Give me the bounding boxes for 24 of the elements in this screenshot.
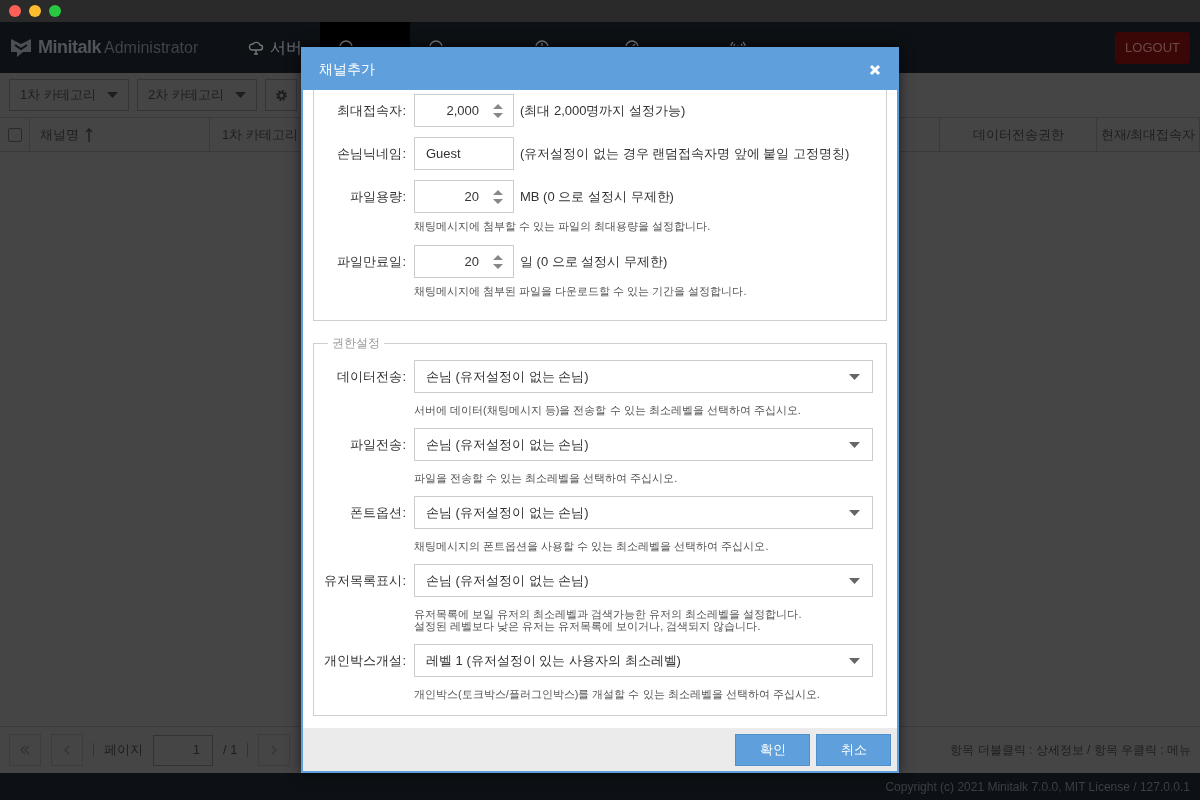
field-label: 폰트옵션:: [349, 503, 407, 522]
field-note: 일 (0 으로 설정시 무제한): [519, 252, 668, 271]
field-label: 파일전송:: [349, 435, 407, 454]
help-text: 서버에 데이터(채팅메시지 등)을 전송할 수 있는 최소레벨을 선택하여 주십시오.: [413, 403, 802, 418]
help-text: 유저목록에 보일 유저의 최소레벨과 검색가능한 유저의 최소레벨을 설정합니다.: [413, 607, 803, 621]
field-label: 개인박스개설:: [323, 651, 407, 670]
help-text: 설정된 레벨보다 낮은 유저는 유저목록에 보이거나, 검색되지 않습니다.: [413, 620, 762, 634]
help-text: 채팅메시지의 폰트옵션을 사용할 수 있는 최소레벨을 선택하여 주십시오.: [413, 539, 770, 554]
field-note: MB (0 으로 설정시 무제한): [519, 187, 674, 206]
field-label: 최대접속자:: [336, 101, 407, 120]
field-label: 데이터전송:: [336, 367, 407, 386]
help-text: 채팅메시지에 첨부된 파일을 다운로드할 수 있는 기간을 설정합니다.: [413, 284, 748, 299]
brand-name: Minitalk: [38, 36, 101, 59]
help-text: 파일을 전송할 수 있는 최소레벨을 선택하여 주십시오.: [413, 471, 679, 486]
field-label: 손님닉네임:: [336, 144, 407, 163]
fieldset-legend: 권한설정: [328, 335, 384, 351]
field-note: (유저설정이 없는 경우 랜덤접속자명 앞에 붙일 고정명칭): [519, 144, 850, 163]
field-label: 파일용량:: [349, 187, 407, 206]
field-note: (최대 2,000명까지 설정가능): [519, 101, 686, 120]
dialog-title: 채널추가: [319, 60, 375, 79]
help-text: 개인박스(토크박스/플러그인박스)를 개설할 수 있는 최소레벨을 선택하여 주십시오.: [413, 687, 821, 702]
field-label: 파일만료일:: [336, 252, 407, 271]
help-text: 채팅메시지에 첨부할 수 있는 파일의 최대용량을 설정합니다.: [413, 219, 712, 234]
field-label: 유저목록표시:: [323, 571, 407, 590]
